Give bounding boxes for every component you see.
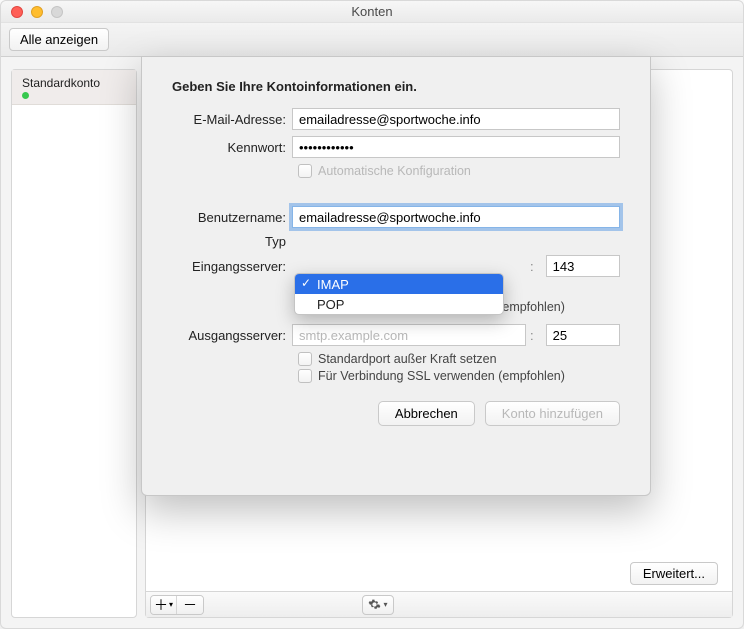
- checkmark-icon: ✓: [301, 276, 311, 290]
- add-account-button[interactable]: ＋▾: [151, 596, 177, 614]
- password-label: Kennwort:: [172, 140, 292, 155]
- outgoing-port-field[interactable]: [546, 324, 620, 346]
- outgoing-override-port-label: Standardport außer Kraft setzen: [318, 352, 497, 366]
- outgoing-ssl-checkbox[interactable]: [298, 369, 312, 383]
- cancel-button[interactable]: Abbrechen: [378, 401, 475, 426]
- advanced-button[interactable]: Erweitert...: [630, 562, 718, 585]
- incoming-server-label: Eingangsserver:: [172, 259, 292, 274]
- email-field[interactable]: [292, 108, 620, 130]
- username-label: Benutzername:: [172, 210, 292, 225]
- outgoing-server-field[interactable]: [292, 324, 526, 346]
- outgoing-server-label: Ausgangsserver:: [172, 328, 292, 343]
- window-title: Konten: [1, 4, 743, 19]
- auto-config-label: Automatische Konfiguration: [318, 164, 471, 178]
- password-field[interactable]: [292, 136, 620, 158]
- sidebar-item-standardkonto[interactable]: Standardkonto: [12, 70, 136, 105]
- type-label: Typ: [172, 234, 292, 249]
- incoming-port-field[interactable]: [546, 255, 620, 277]
- sheet-heading: Geben Sie Ihre Kontoinformationen ein.: [172, 79, 620, 94]
- username-field[interactable]: [292, 206, 620, 228]
- account-setup-sheet: Geben Sie Ihre Kontoinformationen ein. E…: [141, 56, 651, 496]
- auto-config-checkbox: [298, 164, 312, 178]
- outgoing-ssl-label: Für Verbindung SSL verwenden (empfohlen): [318, 369, 565, 383]
- accounts-sidebar: Standardkonto: [11, 69, 137, 618]
- type-option-imap[interactable]: ✓ IMAP: [295, 274, 503, 294]
- gear-icon: [368, 598, 381, 611]
- type-dropdown[interactable]: ✓ IMAP POP: [294, 273, 504, 315]
- add-account-confirm-button: Konto hinzufügen: [485, 401, 620, 426]
- actions-menu-button[interactable]: ▾: [362, 595, 394, 615]
- type-option-pop[interactable]: POP: [295, 294, 503, 314]
- outgoing-override-port-checkbox[interactable]: [298, 352, 312, 366]
- show-all-button[interactable]: Alle anzeigen: [9, 28, 109, 51]
- remove-account-button[interactable]: －: [177, 596, 203, 614]
- status-dot-icon: [22, 92, 29, 99]
- email-label: E-Mail-Adresse:: [172, 112, 292, 127]
- sidebar-item-label: Standardkonto: [22, 76, 100, 90]
